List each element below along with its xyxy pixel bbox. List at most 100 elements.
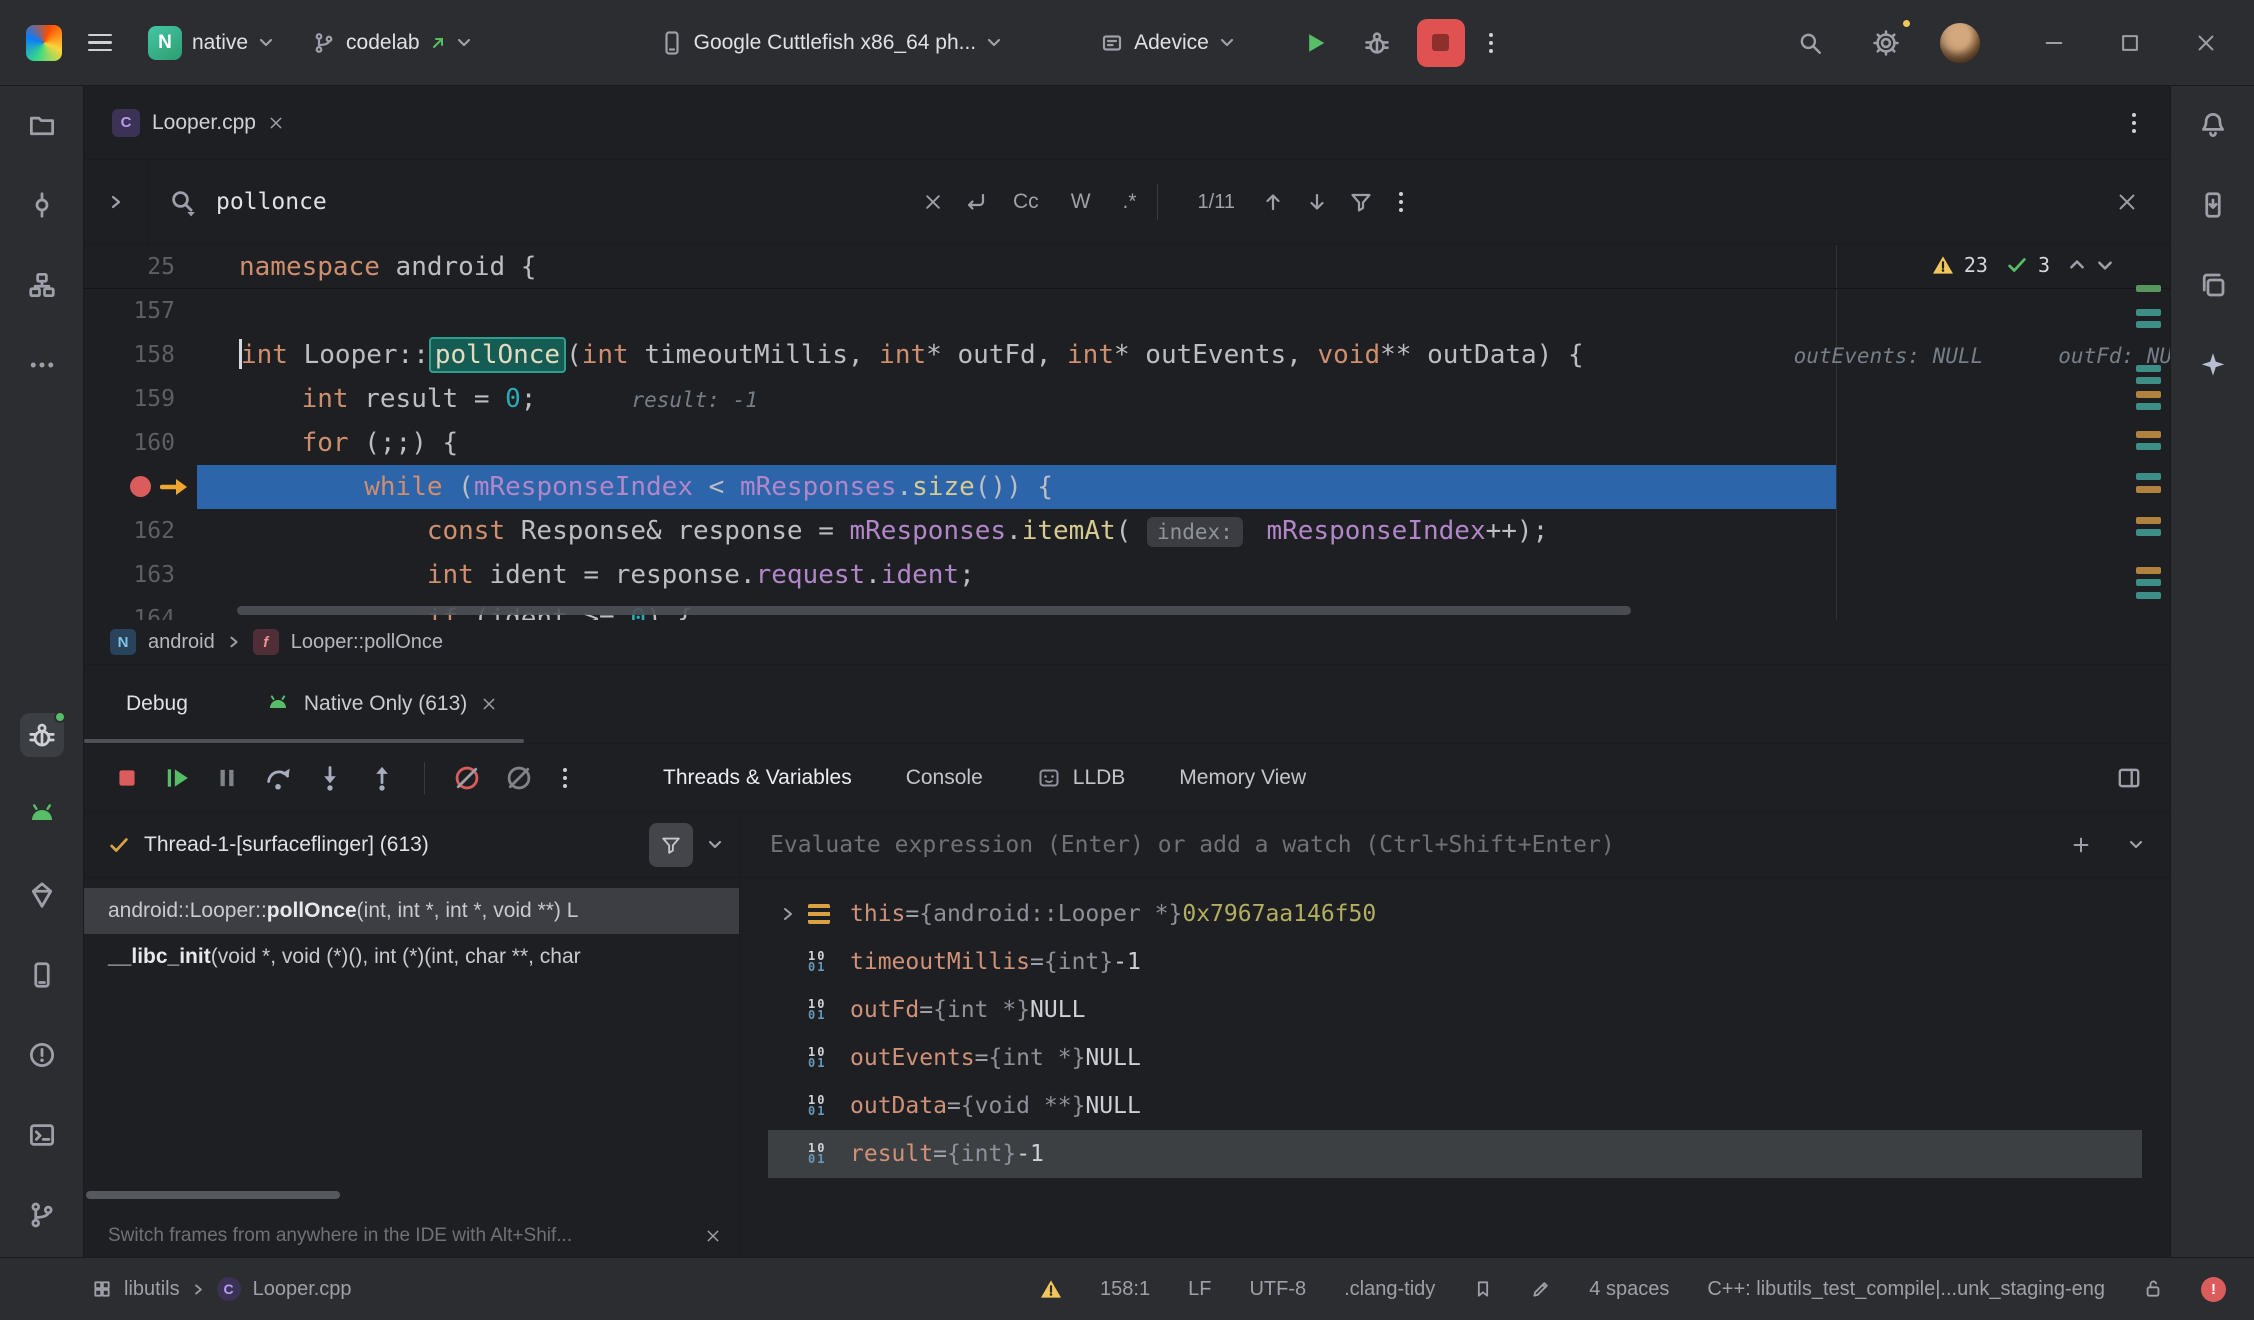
- code-line-text[interactable]: const Response& response = mResponses.it…: [239, 509, 1548, 553]
- settings-button[interactable]: [1864, 21, 1908, 65]
- editor-horizontal-scrollbar[interactable]: [237, 606, 1631, 615]
- close-hint-icon[interactable]: [705, 1228, 721, 1244]
- more-toolwindows-button[interactable]: [20, 343, 64, 387]
- variable-row[interactable]: 1001outData = {void **} NULL: [768, 1082, 2170, 1130]
- run-configuration-selector[interactable]: Adevice: [1090, 23, 1245, 63]
- project-widget[interactable]: N native: [138, 18, 284, 68]
- debug-session-tab[interactable]: Native Only (613): [266, 692, 497, 716]
- thread-selector[interactable]: Thread-1-[surfaceflinger] (613): [84, 813, 740, 877]
- expand-search-button[interactable]: [84, 160, 148, 244]
- code-line-text[interactable]: namespace android {: [239, 245, 536, 288]
- variable-row[interactable]: 1001timeoutMillis = {int} -1: [768, 938, 2170, 986]
- toolwindow-commit-button[interactable]: [20, 183, 64, 227]
- toolwindow-gemini-button[interactable]: [2191, 343, 2235, 387]
- gutter[interactable]: 25: [84, 245, 239, 288]
- step-over-button[interactable]: [264, 764, 292, 792]
- vcs-branch-widget[interactable]: codelab: [302, 23, 482, 63]
- code-line-text[interactable]: while (mResponseIndex < mResponses.size(…: [239, 465, 1053, 509]
- stripe-mark[interactable]: [2136, 592, 2161, 599]
- toolwindow-problems-button[interactable]: [20, 1033, 64, 1077]
- tab-console[interactable]: Console: [906, 766, 983, 790]
- gutter[interactable]: [84, 465, 239, 509]
- search-mode-button[interactable]: [168, 187, 198, 217]
- statusbar-file[interactable]: Looper.cpp: [253, 1278, 352, 1301]
- filter-frames-button[interactable]: [649, 823, 693, 867]
- code-line[interactable]: 158int Looper::pollOnce(int timeoutMilli…: [84, 333, 2170, 377]
- tab-memory-view[interactable]: Memory View: [1179, 766, 1306, 790]
- stripe-mark[interactable]: [2136, 486, 2161, 493]
- toolwindow-device-explorer-button[interactable]: [2191, 183, 2235, 227]
- stripe-mark[interactable]: [2136, 529, 2161, 536]
- remove-breakpoints-button[interactable]: [505, 764, 533, 792]
- variable-row[interactable]: 1001result = {int} -1: [768, 1130, 2142, 1178]
- chevron-down-icon[interactable]: [2128, 839, 2144, 851]
- more-actions-button[interactable]: [1483, 27, 1499, 59]
- chevron-down-icon[interactable]: [707, 839, 723, 851]
- inspections-widget[interactable]: 23 3: [1932, 253, 2114, 277]
- code-editor[interactable]: 25namespace android {157158int Looper::p…: [84, 245, 2170, 620]
- toolwindow-project-button[interactable]: [20, 103, 64, 147]
- notifications-button[interactable]: [2191, 103, 2235, 147]
- variable-row[interactable]: 1001outFd = {int *} NULL: [768, 986, 2170, 1034]
- file-encoding[interactable]: UTF-8: [1249, 1278, 1306, 1301]
- stripe-mark[interactable]: [2136, 579, 2161, 586]
- code-line-text[interactable]: int result = 0;result: -1: [239, 377, 758, 421]
- code-line[interactable]: 159 int result = 0;result: -1: [84, 377, 2170, 421]
- variable-row[interactable]: 1001outEvents = {int *} NULL: [768, 1034, 2170, 1082]
- line-ending[interactable]: LF: [1188, 1278, 1211, 1301]
- next-match-button[interactable]: [1305, 190, 1329, 214]
- pause-button[interactable]: [214, 765, 240, 791]
- prev-problem-icon[interactable]: [2068, 256, 2086, 274]
- main-menu-button[interactable]: [80, 26, 120, 60]
- stripe-mark[interactable]: [2136, 321, 2161, 328]
- code-line[interactable]: 157: [84, 289, 2170, 333]
- close-session-icon[interactable]: [481, 696, 497, 712]
- analyzer-status[interactable]: .clang-tidy: [1344, 1278, 1435, 1301]
- unlock-icon[interactable]: [2143, 1278, 2163, 1300]
- debug-button[interactable]: [1355, 21, 1399, 65]
- stripe-mark[interactable]: [2136, 391, 2161, 398]
- step-out-button[interactable]: [368, 764, 396, 792]
- gutter[interactable]: 158: [84, 333, 239, 377]
- toolwindow-running-devices-button[interactable]: [20, 953, 64, 997]
- tab-lldb[interactable]: LLDB: [1037, 766, 1126, 790]
- stripe-mark[interactable]: [2136, 567, 2161, 574]
- whole-words-toggle[interactable]: W: [1065, 186, 1097, 218]
- search-input[interactable]: pollonce: [216, 189, 923, 215]
- window-close-button[interactable]: [2184, 21, 2228, 65]
- stack-frame[interactable]: android::Looper::pollOnce(int, int *, in…: [84, 888, 739, 934]
- code-line[interactable]: 162 const Response& response = mResponse…: [84, 509, 2170, 553]
- toolwindow-app-inspection-button[interactable]: [20, 873, 64, 917]
- warning-icon[interactable]: [1040, 1279, 1062, 1299]
- debug-more-options-button[interactable]: [557, 762, 573, 794]
- tab-threads-variables[interactable]: Threads & Variables: [663, 766, 852, 790]
- regex-toggle[interactable]: .*: [1117, 186, 1143, 218]
- gutter[interactable]: 159: [84, 377, 239, 421]
- next-problem-icon[interactable]: [2096, 256, 2114, 274]
- toolwindow-version-control-button[interactable]: [20, 1193, 64, 1237]
- toolwindow-debug-button[interactable]: [20, 713, 64, 757]
- resume-button[interactable]: [164, 765, 190, 791]
- close-search-button[interactable]: [2116, 191, 2138, 213]
- stripe-mark[interactable]: [2136, 473, 2161, 480]
- stripe-mark[interactable]: [2136, 517, 2161, 524]
- code-line-text[interactable]: int Looper::pollOnce(int timeoutMillis, …: [239, 333, 2170, 377]
- breadcrumb-namespace[interactable]: android: [148, 631, 215, 654]
- highlighting-pen-icon[interactable]: [1531, 1279, 1551, 1299]
- stripe-mark[interactable]: [2136, 403, 2161, 410]
- stripe-mark[interactable]: [2136, 431, 2161, 438]
- layout-settings-button[interactable]: [2116, 765, 2142, 791]
- avatar[interactable]: [1940, 23, 1980, 63]
- previous-match-button[interactable]: [1261, 190, 1285, 214]
- filter-search-icon[interactable]: [1349, 190, 1373, 214]
- add-watch-icon[interactable]: [2070, 834, 2092, 856]
- match-case-toggle[interactable]: Cc: [1007, 186, 1045, 218]
- mute-breakpoints-button[interactable]: [453, 764, 481, 792]
- step-into-button[interactable]: [316, 764, 344, 792]
- tab-options-button[interactable]: [2126, 107, 2142, 139]
- breadcrumb-function[interactable]: Looper::pollOnce: [291, 631, 443, 654]
- toolwindow-layers-button[interactable]: [2191, 263, 2235, 307]
- toolwindow-structure-button[interactable]: [20, 263, 64, 307]
- clear-search-icon[interactable]: [923, 192, 943, 212]
- code-line-text[interactable]: int ident = response.request.ident;: [239, 553, 975, 597]
